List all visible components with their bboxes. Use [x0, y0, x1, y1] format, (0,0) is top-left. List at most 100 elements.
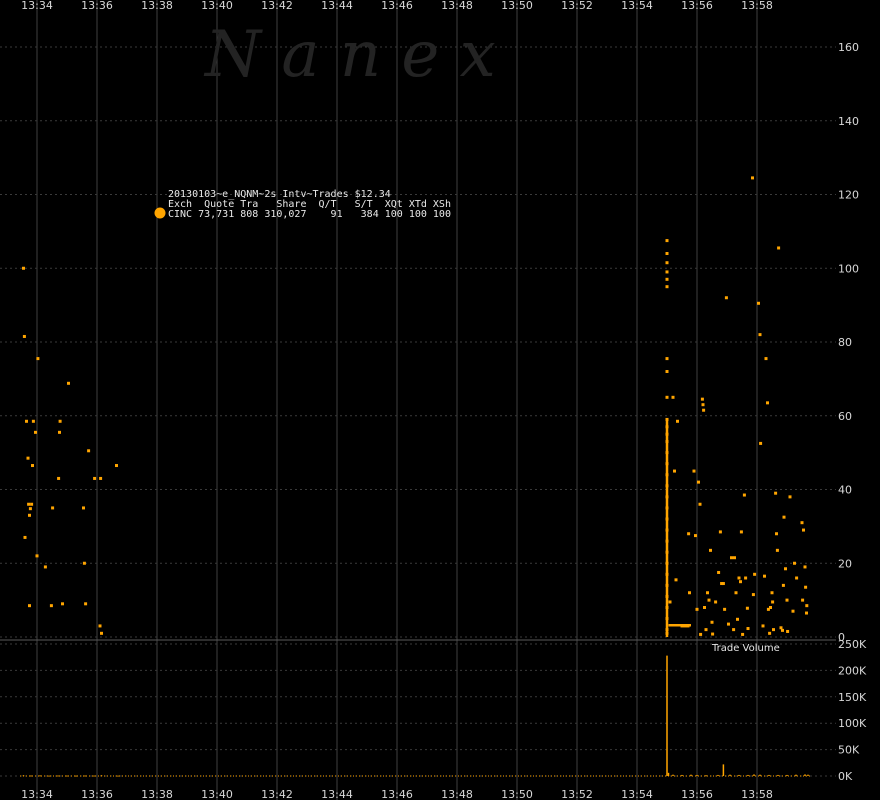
- price-point: [665, 561, 669, 565]
- x-tick-label-bottom: 13:36: [81, 788, 113, 800]
- x-tick-label-top: 13:46: [381, 0, 413, 12]
- price-point: [710, 620, 714, 624]
- price-point: [36, 357, 40, 361]
- volume-tick-label: 50K: [838, 744, 860, 757]
- price-point: [687, 532, 691, 536]
- x-tick-label-bottom: 13:42: [261, 788, 293, 800]
- price-point: [805, 604, 809, 608]
- price-point: [694, 534, 697, 538]
- price-point: [785, 598, 789, 602]
- price-point: [771, 600, 775, 604]
- x-tick-label-top: 13:36: [81, 0, 113, 12]
- price-point: [665, 606, 669, 609]
- price-point: [665, 517, 669, 521]
- price-point: [676, 419, 679, 423]
- volume-bar: [30, 775, 32, 777]
- price-point: [665, 631, 669, 635]
- price-point: [744, 576, 748, 580]
- price-point: [804, 585, 808, 589]
- price-point: [721, 582, 725, 586]
- price-point: [781, 628, 784, 632]
- price-point: [26, 456, 30, 460]
- price-point: [734, 591, 738, 595]
- price-point: [770, 591, 774, 595]
- price-point: [27, 502, 31, 506]
- price-point: [28, 507, 32, 511]
- price-point: [61, 602, 64, 606]
- price-point: [31, 419, 35, 423]
- volume-tick-label: 200K: [838, 664, 867, 677]
- x-tick-label-bottom: 13:48: [441, 788, 473, 800]
- price-point: [82, 561, 86, 565]
- price-tick-label: 80: [838, 336, 852, 349]
- price-point: [82, 506, 85, 510]
- x-tick-label-top: 13:42: [261, 0, 293, 12]
- price-point: [745, 606, 749, 610]
- price-point: [665, 357, 669, 361]
- volume-bar: [117, 775, 119, 777]
- price-point: [714, 600, 718, 604]
- volume-panel-label: Trade Volume: [711, 643, 780, 654]
- x-tick-label-top: 13:50: [501, 0, 533, 12]
- price-point: [665, 270, 669, 274]
- price-point: [22, 266, 25, 270]
- x-tick-label-top: 13:44: [321, 0, 353, 12]
- price-point: [665, 506, 669, 510]
- price-point: [84, 602, 88, 606]
- price-point: [93, 476, 97, 480]
- price-point: [22, 334, 26, 338]
- volume-bar: [753, 774, 755, 776]
- price-point: [766, 401, 769, 405]
- price-point: [733, 556, 736, 560]
- price-point: [115, 464, 118, 468]
- volume-bar: [672, 774, 674, 776]
- chart-background: [0, 0, 880, 800]
- price-point: [795, 576, 799, 580]
- price-point: [769, 606, 772, 609]
- volume-bar: [666, 655, 668, 776]
- volume-bar: [795, 774, 797, 776]
- x-tick-label-bottom: 13:44: [321, 788, 353, 800]
- price-point: [665, 440, 669, 444]
- price-point: [31, 464, 34, 468]
- price-point: [683, 624, 687, 628]
- volume-tick-label: 100K: [838, 717, 867, 730]
- price-point: [800, 521, 804, 525]
- volume-bar: [722, 764, 725, 776]
- price-point: [751, 593, 755, 597]
- price-point: [699, 632, 703, 636]
- x-tick-label-bottom: 13:50: [501, 788, 533, 800]
- price-point: [802, 528, 805, 532]
- price-point: [704, 628, 708, 632]
- price-point: [43, 565, 47, 569]
- legend-row: CINC 73,731 808 310,027 91 384 100 100 1…: [168, 209, 451, 220]
- price-point: [665, 432, 669, 436]
- price-point: [698, 502, 702, 506]
- price-point: [665, 539, 669, 543]
- price-point: [764, 357, 768, 361]
- price-point: [702, 408, 706, 412]
- price-point: [51, 506, 55, 510]
- price-point: [665, 628, 669, 632]
- volume-bar: [696, 774, 698, 776]
- price-point: [758, 333, 762, 337]
- x-tick-label-top: 13:48: [441, 0, 473, 12]
- price-point: [724, 296, 728, 300]
- price-point: [701, 403, 705, 407]
- price-point: [668, 600, 672, 604]
- price-point: [665, 261, 669, 265]
- price-point: [665, 285, 669, 289]
- volume-bar: [705, 775, 707, 777]
- price-point: [763, 574, 766, 578]
- price-point: [67, 381, 70, 385]
- price-point: [791, 609, 795, 613]
- price-point: [768, 631, 772, 635]
- volume-bar: [804, 774, 806, 776]
- x-tick-label-bottom: 13:38: [141, 788, 173, 800]
- x-tick-label-top: 13:52: [561, 0, 593, 12]
- price-point: [781, 583, 785, 587]
- price-tick-label: 100: [838, 262, 859, 275]
- price-point: [58, 419, 62, 423]
- price-point: [673, 469, 676, 473]
- price-point: [665, 617, 669, 621]
